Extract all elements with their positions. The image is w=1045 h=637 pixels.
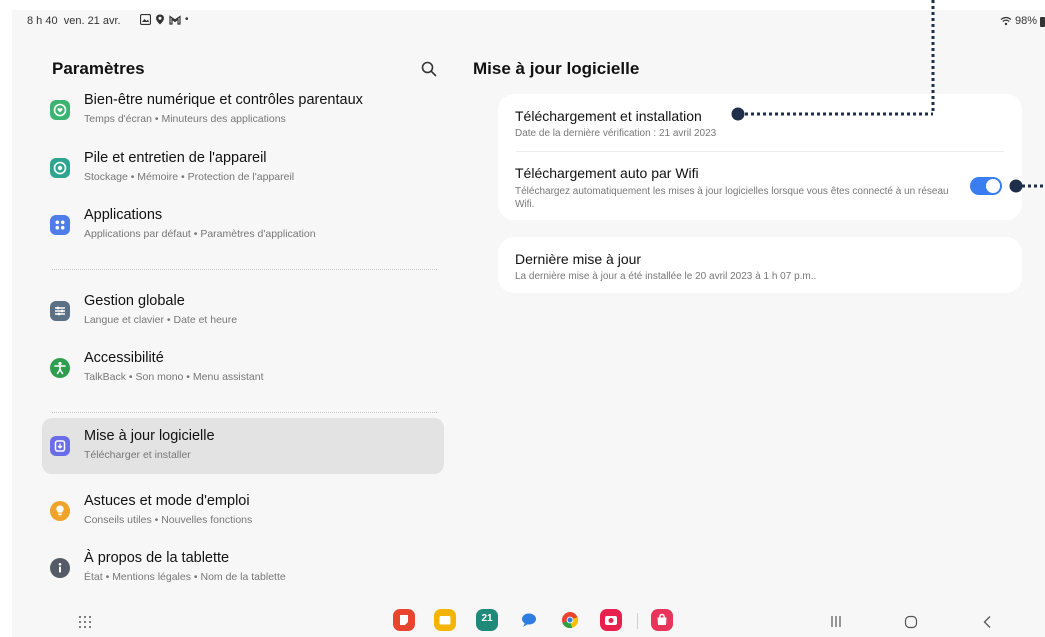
settings-item-title: Gestion globale [84, 293, 185, 309]
settings-item-subtitle: Temps d'écran • Minuteurs des applicatio… [84, 113, 286, 125]
general-management-icon [50, 301, 70, 321]
settings-item-accessibility[interactable]: Accessibilité TalkBack • Son mono • Menu… [42, 340, 444, 396]
about-icon [50, 558, 70, 578]
battery-percent: 98% [1014, 15, 1037, 27]
settings-item-digital-wellbeing[interactable]: Bien-être numérique et contrôles parenta… [42, 88, 444, 138]
navigation-bar: 21 [12, 607, 1045, 637]
gallery-notification-icon [140, 14, 151, 25]
settings-item-subtitle: Applications par défaut • Paramètres d'a… [84, 228, 316, 240]
settings-item-title: Applications [84, 207, 163, 223]
home-icon[interactable] [904, 615, 918, 629]
software-update-icon [50, 436, 70, 456]
galaxy-store-app-icon[interactable] [651, 609, 673, 631]
settings-item-subtitle: Télécharger et installer [84, 449, 191, 461]
settings-item-device-care[interactable]: Pile et entretien de l'appareil Stockage… [42, 140, 444, 196]
download-install-title: Téléchargement et installation [515, 108, 702, 124]
update-options-card: Téléchargement et installation Date de l… [498, 94, 1022, 220]
battery-icon [1040, 16, 1045, 27]
settings-item-about-tablet[interactable]: À propos de la tablette État • Mentions … [42, 540, 444, 594]
last-update-card[interactable]: Dernière mise à jour La dernière mise à … [498, 237, 1022, 293]
settings-item-software-update[interactable]: Mise à jour logicielle Télécharger et in… [42, 418, 444, 474]
dock-divider [637, 613, 638, 629]
settings-item-title: À propos de la tablette [84, 550, 230, 566]
auto-wifi-row[interactable]: Téléchargement auto par Wifi Téléchargez… [498, 152, 1022, 220]
notification-icons: • [140, 14, 189, 25]
last-update-title: Dernière mise à jour [515, 251, 642, 267]
tips-icon [50, 501, 70, 521]
tablet-screen: 8 h 40 ven. 21 avr. • 98% Paramètres Bie… [12, 10, 1045, 637]
recent-apps-icon[interactable] [830, 615, 842, 628]
settings-item-subtitle: État • Mentions légales • Nom de la tabl… [84, 571, 286, 583]
chrome-app-icon[interactable] [559, 609, 581, 631]
wellbeing-icon [50, 100, 70, 120]
back-icon[interactable] [982, 615, 992, 629]
search-icon[interactable] [420, 60, 438, 78]
settings-item-title: Bien-être numérique et contrôles parenta… [84, 92, 363, 108]
section-divider [52, 269, 437, 270]
gmail-notification-icon [169, 14, 181, 25]
settings-item-subtitle: Stockage • Mémoire • Protection de l'app… [84, 171, 295, 183]
settings-item-title: Accessibilité [84, 350, 164, 366]
download-install-row[interactable]: Téléchargement et installation Date de l… [498, 94, 1022, 150]
settings-item-tips[interactable]: Astuces et mode d'emploi Conseils utiles… [42, 483, 444, 539]
wifi-icon [1000, 16, 1012, 26]
status-right: 98% [1000, 15, 1045, 27]
auto-wifi-title: Téléchargement auto par Wifi [515, 165, 699, 181]
toggle-knob [986, 179, 1000, 193]
settings-title: Paramètres [52, 59, 145, 78]
settings-item-subtitle: Langue et clavier • Date et heure [84, 314, 238, 326]
location-notification-icon [156, 14, 164, 25]
calendar-day-label: 21 [481, 613, 493, 624]
settings-item-subtitle: TalkBack • Son mono • Menu assistant [84, 371, 264, 383]
status-time-date: 8 h 40 ven. 21 avr. [27, 15, 121, 27]
notes-app-icon[interactable] [393, 609, 415, 631]
settings-list: Bien-être numérique et contrôles parenta… [42, 88, 445, 594]
messages-app-icon[interactable] [518, 609, 540, 631]
last-update-subtitle: La dernière mise à jour a été installée … [515, 271, 817, 282]
settings-item-applications[interactable]: Applications Applications par défaut • P… [42, 197, 444, 253]
device-care-icon [50, 158, 70, 178]
settings-item-title: Pile et entretien de l'appareil [84, 150, 267, 166]
accessibility-icon [50, 358, 70, 378]
apps-icon [50, 215, 70, 235]
my-files-app-icon[interactable] [434, 609, 456, 631]
calendar-app-icon[interactable]: 21 [476, 609, 498, 631]
software-update-title: Mise à jour logicielle [473, 59, 640, 78]
auto-wifi-toggle[interactable] [970, 177, 1002, 195]
download-install-subtitle: Date de la dernière vérification : 21 av… [515, 128, 717, 139]
settings-item-title: Astuces et mode d'emploi [84, 493, 250, 509]
app-drawer-icon[interactable] [78, 615, 92, 629]
settings-item-subtitle: Conseils utiles • Nouvelles fonctions [84, 514, 253, 526]
more-notifications-dot: • [185, 14, 189, 25]
section-divider [52, 412, 437, 413]
status-bar: 8 h 40 ven. 21 avr. • 98% [12, 10, 1045, 32]
auto-wifi-subtitle: Téléchargez automatiquement les mises à … [515, 186, 949, 210]
settings-item-general-management[interactable]: Gestion globale Langue et clavier • Date… [42, 283, 444, 339]
settings-item-title: Mise à jour logicielle [84, 428, 215, 444]
camera-app-icon[interactable] [600, 609, 622, 631]
